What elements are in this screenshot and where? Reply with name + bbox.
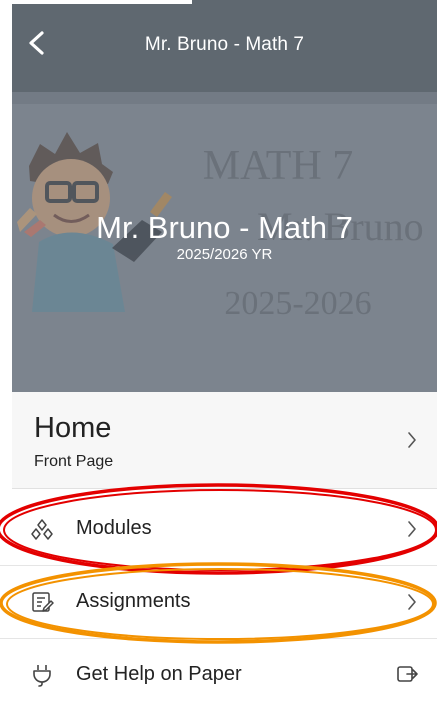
assignments-icon — [32, 592, 54, 612]
menu-item-assignments[interactable]: Assignments — [0, 566, 437, 639]
course-banner: MATH 7 Mr. Bruno 2025-2026 Mr. Bruno - M… — [12, 92, 437, 392]
home-subtitle: Front Page — [34, 453, 114, 470]
chevron-right-icon — [408, 594, 416, 610]
plug-icon — [33, 665, 51, 687]
status-strip — [12, 0, 192, 4]
chevron-right-icon — [408, 432, 416, 448]
chevron-right-icon — [408, 521, 416, 537]
modules-label: Modules — [76, 517, 152, 539]
course-page: Mr. Bruno - Math 7 MATH 7 Mr. Bruno 2025… — [0, 0, 437, 707]
home-title: Home — [34, 412, 112, 444]
get-help-on-paper-label: Get Help on Paper — [76, 663, 242, 685]
page-title: Mr. Bruno - Math 7 — [144, 34, 305, 55]
top-navigation-bar: Mr. Bruno - Math 7 — [12, 0, 437, 92]
external-link-icon — [397, 666, 418, 682]
home-front-page-row[interactable]: Home Front Page — [12, 392, 437, 489]
menu-item-modules[interactable]: Modules — [0, 493, 437, 566]
assignments-label: Assignments — [76, 590, 191, 612]
course-term: 2025/2026 YR — [176, 246, 273, 263]
banner-art-line-3: 2025-2026 — [224, 285, 371, 322]
banner-art-line-1: MATH 7 — [203, 143, 354, 189]
course-title: Mr. Bruno - Math 7 — [96, 210, 353, 245]
modules-icon — [31, 519, 53, 540]
menu-item-get-help-on-paper[interactable]: Get Help on Paper — [0, 639, 437, 707]
